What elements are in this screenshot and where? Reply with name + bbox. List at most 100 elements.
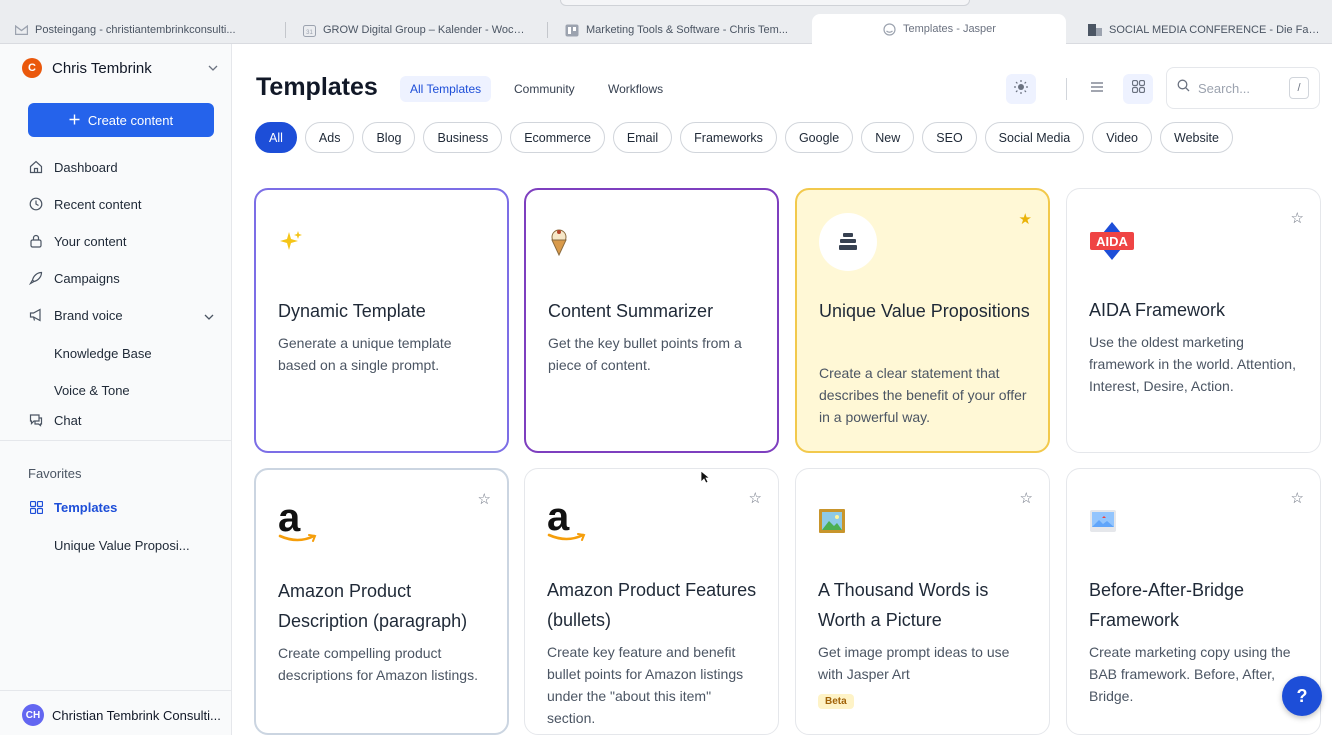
star-outline-icon[interactable]: ☆ bbox=[1291, 209, 1304, 227]
star-outline-icon[interactable]: ☆ bbox=[1020, 489, 1033, 507]
plus-icon bbox=[69, 113, 80, 128]
sidebar-item-dashboard[interactable]: Dashboard bbox=[28, 156, 214, 178]
filter-website[interactable]: Website bbox=[1160, 122, 1233, 153]
browser-tab-jasper[interactable]: Templates - Jasper bbox=[812, 14, 1066, 44]
template-card-thousand-words-picture[interactable]: ☆ A Thousand Words is Worth a Picture Ge… bbox=[795, 468, 1050, 735]
star-outline-icon[interactable]: ☆ bbox=[478, 490, 491, 508]
sidebar-item-your-content[interactable]: Your content bbox=[28, 230, 214, 252]
amazon-logo-icon: a bbox=[547, 497, 611, 545]
megaphone-icon bbox=[28, 307, 44, 323]
card-title: Unique Value Propositions bbox=[819, 301, 1030, 321]
mouse-cursor-icon bbox=[700, 470, 710, 484]
filter-frameworks[interactable]: Frameworks bbox=[680, 122, 777, 153]
beta-badge: Beta bbox=[818, 694, 854, 709]
browser-tab-gmail[interactable]: Posteingang - christiantembrinkconsulti.… bbox=[4, 16, 248, 44]
filter-email[interactable]: Email bbox=[612, 122, 673, 153]
favorite-item-unique-value-propositions[interactable]: Unique Value Proposi... bbox=[54, 534, 240, 556]
star-outline-icon[interactable]: ☆ bbox=[749, 489, 762, 507]
sidebar-item-brand-voice[interactable]: Brand voice bbox=[28, 304, 214, 326]
page-title: Templates bbox=[256, 73, 378, 101]
template-card-amazon-product-features[interactable]: a ☆ Amazon Product Features (bullets) Cr… bbox=[524, 468, 779, 735]
card-description: Get the key bullet points from a piece o… bbox=[548, 335, 742, 373]
sidebar-item-label: Recent content bbox=[54, 196, 142, 212]
sidebar-item-label: Your content bbox=[54, 233, 127, 249]
svg-text:31: 31 bbox=[306, 30, 313, 36]
filter-blog[interactable]: Blog bbox=[362, 122, 416, 153]
template-card-unique-value-propositions[interactable]: ★ Unique Value Propositions Create a cle… bbox=[795, 188, 1050, 453]
landscape-icon bbox=[1089, 497, 1153, 545]
filter-ads[interactable]: Ads bbox=[304, 122, 355, 153]
card-title: Before-After-Bridge Framework bbox=[1089, 580, 1245, 630]
create-content-button[interactable]: Create content bbox=[28, 103, 214, 137]
list-icon bbox=[1090, 80, 1104, 98]
account-avatar: C bbox=[22, 58, 42, 78]
filter-ecommerce[interactable]: Ecommerce bbox=[510, 122, 605, 153]
help-button[interactable]: ? bbox=[1282, 676, 1322, 716]
card-description: Get image prompt ideas to use with Jaspe… bbox=[818, 644, 1010, 682]
clock-icon bbox=[28, 196, 44, 212]
sidebar-item-label: Templates bbox=[54, 499, 118, 515]
tab-workflows[interactable]: Workflows bbox=[598, 76, 673, 102]
search-input[interactable] bbox=[1198, 80, 1278, 96]
search-icon bbox=[1177, 79, 1190, 97]
filter-seo[interactable]: SEO bbox=[922, 122, 977, 153]
filter-business[interactable]: Business bbox=[423, 122, 503, 153]
filter-all[interactable]: All bbox=[255, 122, 297, 153]
search-box[interactable]: / bbox=[1166, 67, 1320, 109]
card-title: A Thousand Words is Worth a Picture bbox=[818, 580, 989, 630]
category-filters: All Ads Blog Business Ecommerce Email Fr… bbox=[255, 122, 1233, 153]
star-filled-icon[interactable]: ★ bbox=[1019, 210, 1032, 228]
card-description: Create compelling product descriptions f… bbox=[278, 645, 478, 683]
stack-icon bbox=[819, 213, 877, 271]
card-title: Amazon Product Features (bullets) bbox=[547, 580, 757, 630]
search-shortcut-key: / bbox=[1289, 77, 1309, 99]
create-content-label: Create content bbox=[87, 112, 174, 128]
template-card-content-summarizer[interactable]: Content Summarizer Get the key bullet po… bbox=[524, 188, 779, 453]
grid-icon bbox=[28, 499, 44, 515]
rocket-icon bbox=[28, 270, 44, 286]
card-description: Create key feature and benefit bullet po… bbox=[547, 644, 744, 726]
workspace-avatar: CH bbox=[22, 704, 44, 726]
sidebar-item-label: Dashboard bbox=[54, 159, 118, 175]
grid-view-button[interactable] bbox=[1123, 74, 1153, 104]
theme-toggle-button[interactable] bbox=[1006, 74, 1036, 104]
card-title: Amazon Product Description (paragraph) bbox=[278, 581, 468, 631]
sidebar-item-campaigns[interactable]: Campaigns bbox=[28, 267, 214, 289]
browser-tab-social-media-conference[interactable]: SOCIAL MEDIA CONFERENCE - Die Fach... bbox=[1078, 16, 1332, 44]
jasper-icon bbox=[882, 22, 896, 36]
star-outline-icon[interactable]: ☆ bbox=[1291, 489, 1304, 507]
browser-tab-calendar[interactable]: 31 GROW Digital Group – Kalender - Woche… bbox=[292, 16, 536, 44]
account-name: Chris Tembrink bbox=[52, 59, 152, 77]
favorite-item-templates[interactable]: Templates bbox=[28, 496, 214, 518]
sidebar-item-recent-content[interactable]: Recent content bbox=[28, 193, 214, 215]
filter-social-media[interactable]: Social Media bbox=[984, 122, 1085, 153]
grid-icon bbox=[1131, 79, 1145, 98]
tab-community[interactable]: Community bbox=[504, 76, 585, 102]
template-card-amazon-product-description[interactable]: a ☆ Amazon Product Description (paragrap… bbox=[254, 468, 509, 735]
browser-tab-marketing-tools[interactable]: Marketing Tools & Software - Chris Tem..… bbox=[555, 16, 799, 44]
template-card-aida-framework[interactable]: AIDA ☆ AIDA Framework Use the oldest mar… bbox=[1066, 188, 1321, 453]
home-icon bbox=[28, 159, 44, 175]
workspace-name: Christian Tembrink Consulti... bbox=[52, 707, 221, 723]
filter-new[interactable]: New bbox=[861, 122, 915, 153]
filter-google[interactable]: Google bbox=[784, 122, 854, 153]
sidebar-item-label: Voice & Tone bbox=[54, 382, 130, 398]
sidebar-item-knowledge-base[interactable]: Knowledge Base bbox=[54, 342, 240, 364]
card-description: Use the oldest marketing framework in th… bbox=[1089, 334, 1296, 394]
sidebar-item-chat[interactable]: Chat bbox=[28, 409, 214, 431]
docs-icon bbox=[565, 24, 579, 36]
svg-text:AIDA: AIDA bbox=[1096, 234, 1128, 249]
sidebar-item-label: Knowledge Base bbox=[54, 345, 152, 361]
account-switcher[interactable]: C Chris Tembrink bbox=[22, 56, 218, 80]
sidebar-item-label: Campaigns bbox=[54, 270, 120, 286]
calendar-icon: 31 bbox=[302, 24, 316, 37]
template-card-dynamic-template[interactable]: Dynamic Template Generate a unique templ… bbox=[254, 188, 509, 453]
workspace-switcher[interactable]: CH Christian Tembrink Consulti... bbox=[22, 703, 221, 727]
sidebar-item-voice-tone[interactable]: Voice & Tone bbox=[54, 379, 240, 401]
list-view-button[interactable] bbox=[1082, 74, 1112, 104]
toolbar-divider bbox=[1066, 78, 1067, 100]
framed-picture-icon bbox=[818, 497, 882, 545]
sidebar-item-label: Unique Value Proposi... bbox=[54, 537, 190, 553]
filter-video[interactable]: Video bbox=[1092, 122, 1152, 153]
tab-all-templates[interactable]: All Templates bbox=[400, 76, 492, 102]
